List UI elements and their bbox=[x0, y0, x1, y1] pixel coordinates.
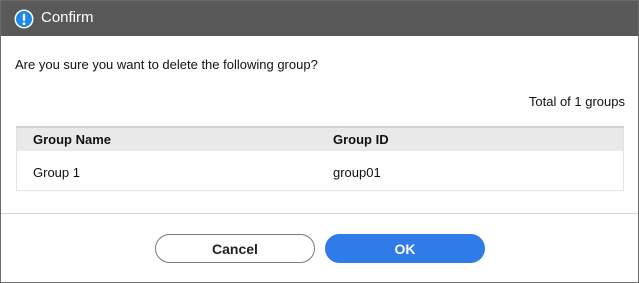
total-count: Total of 1 groups bbox=[528, 94, 625, 109]
cell-group-id: group01 bbox=[333, 165, 381, 180]
column-header-group-id: Group ID bbox=[333, 132, 389, 147]
column-header-group-name: Group Name bbox=[33, 132, 112, 147]
dialog-title: Confirm bbox=[41, 9, 94, 26]
exclamation-icon bbox=[14, 9, 34, 29]
table-header: Group Name Group ID bbox=[17, 128, 623, 151]
confirm-message: Are you sure you want to delete the foll… bbox=[15, 57, 318, 72]
ok-button[interactable]: OK bbox=[325, 234, 485, 263]
confirm-dialog: Confirm Are you sure you want to delete … bbox=[0, 0, 639, 283]
footer-divider bbox=[1, 213, 638, 214]
cell-group-name: Group 1 bbox=[33, 165, 80, 180]
groups-table: Group Name Group ID Group 1 group01 bbox=[16, 126, 624, 191]
dialog-titlebar: Confirm bbox=[1, 1, 638, 36]
cancel-button[interactable]: Cancel bbox=[155, 234, 315, 263]
